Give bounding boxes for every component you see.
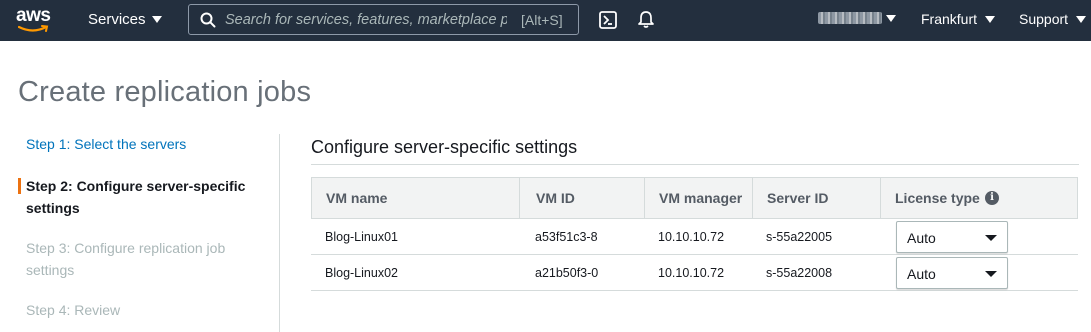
support-label: Support (1019, 11, 1069, 27)
license-type-select[interactable]: Auto (896, 257, 1008, 289)
chevron-down-icon (151, 16, 162, 23)
column-header-vm-manager[interactable]: VM manager (659, 190, 742, 206)
vm-id-cell: a21b50f3-0 (535, 266, 599, 280)
table-header: VM name VM ID VM manager Server ID Licen… (311, 177, 1078, 219)
column-divider (519, 178, 520, 218)
step-4-disabled: Step 4: Review (26, 302, 121, 318)
chevron-down-icon (985, 271, 997, 277)
column-header-server-id[interactable]: Server ID (767, 190, 828, 206)
column-header-vm-name[interactable]: VM name (326, 190, 387, 206)
server-id-cell: s-55a22008 (766, 266, 833, 280)
column-divider (752, 178, 753, 218)
vm-name-cell: Blog-Linux02 (325, 266, 398, 280)
search-input[interactable] (225, 8, 507, 31)
page-title: Create replication jobs (18, 76, 312, 108)
top-navigation-bar: aws Services [Alt+S] Frankfurt Suppor (0, 0, 1091, 41)
license-type-value: Auto (907, 266, 936, 282)
cloudshell-icon[interactable] (599, 11, 617, 29)
chevron-down-icon (886, 14, 896, 22)
step-3-disabled: Step 3: Configure replication job settin… (26, 240, 226, 278)
vm-manager-cell: 10.10.10.72 (658, 266, 725, 280)
account-menu-button[interactable] (818, 12, 896, 24)
section-divider (311, 164, 1079, 165)
column-divider (644, 178, 645, 218)
search-icon (200, 12, 216, 28)
search-bar[interactable]: [Alt+S] (188, 4, 579, 35)
vm-manager-cell: 10.10.10.72 (658, 230, 725, 244)
support-menu[interactable]: Support (1019, 11, 1087, 27)
license-type-value: Auto (907, 230, 936, 246)
step-1-link[interactable]: Step 1: Select the servers (26, 133, 186, 155)
services-menu-button[interactable]: Services (88, 11, 162, 28)
license-type-select[interactable]: Auto (896, 221, 1008, 253)
section-title: Configure server-specific settings (311, 137, 578, 157)
region-label: Frankfurt (921, 11, 978, 27)
aws-smile-icon (18, 25, 49, 32)
chevron-down-icon (985, 15, 996, 23)
step-2-current: Step 2: Configure server-specific settin… (26, 178, 246, 216)
search-shortcut-hint: [Alt+S] (521, 12, 563, 28)
aws-logo[interactable]: aws (16, 6, 54, 34)
region-selector[interactable]: Frankfurt (921, 11, 996, 27)
aws-logo-text: aws (16, 5, 51, 26)
active-step-marker (18, 178, 21, 194)
table-row: Blog-Linux02 a21b50f3-0 10.10.10.72 s-55… (311, 255, 1078, 291)
chevron-down-icon (985, 235, 997, 241)
column-header-vm-id[interactable]: VM ID (536, 190, 575, 206)
chevron-down-icon (1076, 15, 1087, 23)
table-row: Blog-Linux01 a53f51c3-8 10.10.10.72 s-55… (311, 219, 1078, 255)
vertical-divider (279, 134, 280, 332)
bell-icon[interactable] (637, 10, 655, 29)
vm-name-cell: Blog-Linux01 (325, 230, 398, 244)
account-name-redacted (818, 12, 882, 24)
vm-id-cell: a53f51c3-8 (535, 230, 598, 244)
info-icon[interactable]: i (985, 191, 999, 205)
column-header-license-type[interactable]: License type (895, 190, 980, 206)
column-divider (880, 178, 881, 218)
services-label: Services (88, 11, 146, 28)
server-id-cell: s-55a22005 (766, 230, 833, 244)
